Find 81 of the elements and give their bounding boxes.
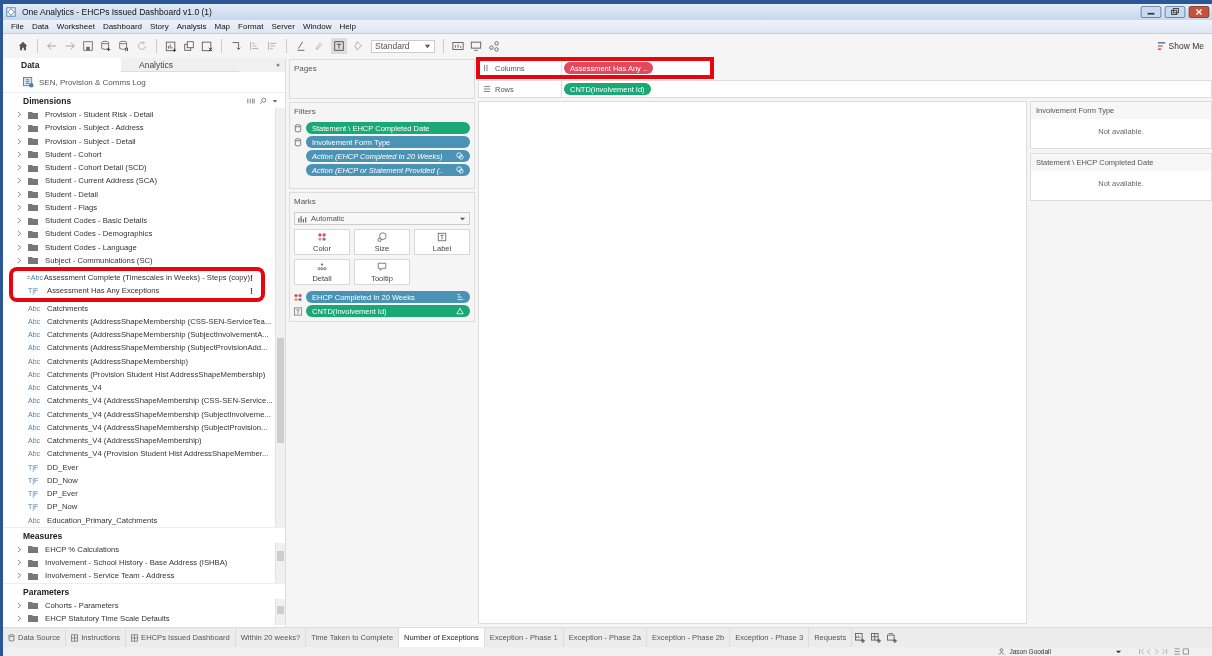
sort-descending-icon[interactable] — [266, 40, 278, 52]
columns-icon — [483, 64, 491, 72]
sort-icon — [456, 293, 464, 301]
menu-item[interactable]: Format — [238, 22, 264, 31]
scrollbar[interactable] — [275, 598, 285, 625]
swap-icon[interactable] — [230, 40, 242, 52]
menu-item[interactable]: Window — [302, 22, 332, 31]
caret-icon — [459, 215, 466, 222]
back-arrow-icon[interactable] — [46, 40, 58, 52]
refresh-icon[interactable] — [136, 40, 148, 52]
menu-item[interactable]: Analysis — [176, 22, 207, 31]
monitor-icon[interactable] — [470, 40, 482, 52]
show-me-button[interactable]: Show Me — [1157, 41, 1204, 51]
presentation-icon[interactable] — [452, 40, 464, 52]
menu-item[interactable]: Worksheet — [56, 22, 95, 31]
rows-icon — [483, 85, 491, 93]
paperclip-icon[interactable] — [313, 40, 325, 52]
share-icon[interactable] — [488, 40, 500, 52]
card-title: Pages — [294, 64, 318, 73]
database-add-icon[interactable] — [100, 40, 112, 52]
menu-item[interactable]: Help — [339, 22, 356, 31]
duplicate-icon[interactable] — [183, 40, 195, 52]
dashboard-grid-icon — [131, 633, 139, 642]
caret-icon[interactable] — [271, 97, 279, 105]
database-icon — [8, 633, 15, 642]
restore-icon[interactable] — [1164, 6, 1186, 18]
detail-dots-icon — [317, 261, 327, 272]
home-icon[interactable] — [17, 40, 29, 52]
menu-item[interactable]: Server — [271, 22, 295, 31]
pane-tab[interactable]: Analytics — [121, 58, 239, 72]
scrollbar[interactable] — [275, 108, 285, 527]
scrollbar[interactable] — [275, 542, 285, 583]
database-icon — [294, 137, 302, 147]
database-icon — [294, 123, 302, 133]
card-title: Marks — [294, 197, 317, 206]
app-logo-icon — [6, 7, 16, 17]
highlight-icon[interactable] — [295, 40, 307, 52]
save-icon[interactable] — [82, 40, 94, 52]
menu-item[interactable]: Map — [214, 22, 231, 31]
database-pause-icon[interactable] — [118, 40, 130, 52]
datasource-name[interactable]: SEN, Provision & Comms Log — [39, 77, 146, 87]
minimize-icon[interactable] — [1140, 6, 1162, 18]
user-icon — [998, 648, 1006, 655]
dashboard-grid-icon — [71, 633, 79, 642]
show-labels-icon[interactable] — [331, 38, 347, 54]
warning-mark: ! — [250, 272, 253, 283]
bar-chart-icon — [1157, 41, 1166, 51]
new-chart-icon[interactable] — [165, 40, 177, 52]
triangle-icon — [456, 307, 464, 315]
bar-chart-icon — [298, 214, 307, 223]
speech-bubble-icon — [377, 261, 387, 272]
clear-sheet-icon[interactable] — [201, 40, 213, 52]
sort-ascending-icon[interactable] — [248, 40, 260, 52]
menu-item[interactable]: Data — [31, 22, 49, 31]
color-dots-icon — [294, 292, 302, 302]
forward-arrow-icon[interactable] — [64, 40, 76, 52]
datasource-icon — [23, 76, 34, 88]
warning-mark: ! — [250, 285, 253, 296]
pin-icon[interactable] — [353, 40, 365, 52]
card-title: Filters — [294, 107, 317, 116]
color-dots-icon — [317, 231, 327, 242]
fit-dropdown[interactable]: Standard — [371, 39, 435, 53]
size-icon — [377, 231, 387, 242]
new-dashboard-icon[interactable] — [871, 632, 882, 643]
caret-icon — [424, 42, 431, 50]
pane-tab[interactable]: Data — [3, 58, 121, 72]
menu-item[interactable]: Dashboard — [102, 22, 143, 31]
section-heading: Dimensions — [23, 96, 72, 106]
new-worksheet-icon[interactable] — [855, 632, 866, 643]
window-title: One Analytics - EHCPs Issued Dashboard v1.0 (1) — [22, 7, 212, 17]
label-icon — [294, 306, 302, 316]
search-icon[interactable] — [259, 97, 267, 105]
label-icon — [437, 231, 447, 242]
view-grid-icon[interactable] — [247, 97, 255, 105]
close-icon[interactable] — [1188, 6, 1210, 18]
new-story-icon[interactable] — [887, 632, 898, 643]
section-heading: Parameters — [23, 586, 70, 597]
pin-icon[interactable] — [275, 62, 281, 68]
menu-item[interactable]: Story — [150, 22, 169, 31]
menu-item[interactable]: File — [11, 22, 24, 31]
section-heading: Measures — [23, 530, 63, 541]
